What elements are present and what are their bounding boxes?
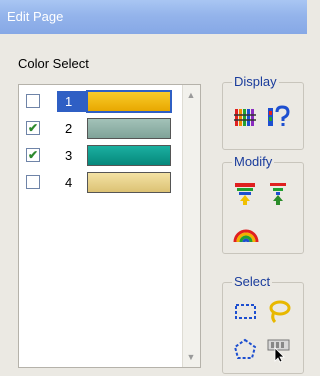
- color-checkbox-2[interactable]: ✔: [26, 121, 40, 135]
- color-number-4: 4: [65, 175, 73, 190]
- color-number-3: 3: [65, 148, 73, 163]
- color-row-4[interactable]: 4: [19, 169, 179, 196]
- select-group-title: Select: [232, 274, 273, 289]
- color-swatch-1[interactable]: [86, 90, 172, 113]
- color-question-icon[interactable]: [265, 103, 292, 130]
- color-row-1[interactable]: 1: [19, 88, 179, 115]
- pointer-select-icon[interactable]: [265, 336, 292, 363]
- polygon-select-icon[interactable]: [232, 336, 259, 363]
- rainbow-icon[interactable]: [232, 218, 259, 245]
- color-number-2: 2: [65, 121, 73, 136]
- modify-group-title: Modify: [232, 154, 275, 169]
- color-swatch-3[interactable]: [87, 145, 171, 166]
- color-swatch-2[interactable]: [87, 118, 171, 139]
- color-merge-icon[interactable]: [232, 180, 259, 207]
- color-list[interactable]: 1 ✔ 2 ✔ 3 4 ▲ ▼: [18, 84, 201, 368]
- display-group-title: Display: [232, 74, 279, 89]
- vertical-scrollbar[interactable]: ▲ ▼: [182, 85, 200, 367]
- color-row-2[interactable]: ✔ 2: [19, 115, 179, 142]
- lasso-select-icon[interactable]: [265, 298, 292, 325]
- color-split-icon[interactable]: [265, 180, 292, 207]
- window-title: Edit Page: [7, 9, 64, 24]
- color-number-1: 1: [57, 91, 87, 112]
- title-bar: Edit Page: [0, 0, 307, 34]
- color-row-3[interactable]: ✔ 3: [19, 142, 179, 169]
- rectangle-select-icon[interactable]: [232, 298, 259, 325]
- color-bars-icon[interactable]: [232, 103, 259, 130]
- color-checkbox-4[interactable]: [26, 175, 40, 189]
- color-checkbox-1[interactable]: [26, 94, 40, 108]
- color-select-label: Color Select: [18, 56, 89, 71]
- color-swatch-4[interactable]: [87, 172, 171, 193]
- scroll-up-icon[interactable]: ▲: [183, 87, 199, 103]
- scroll-down-icon[interactable]: ▼: [183, 349, 199, 365]
- color-checkbox-3[interactable]: ✔: [26, 148, 40, 162]
